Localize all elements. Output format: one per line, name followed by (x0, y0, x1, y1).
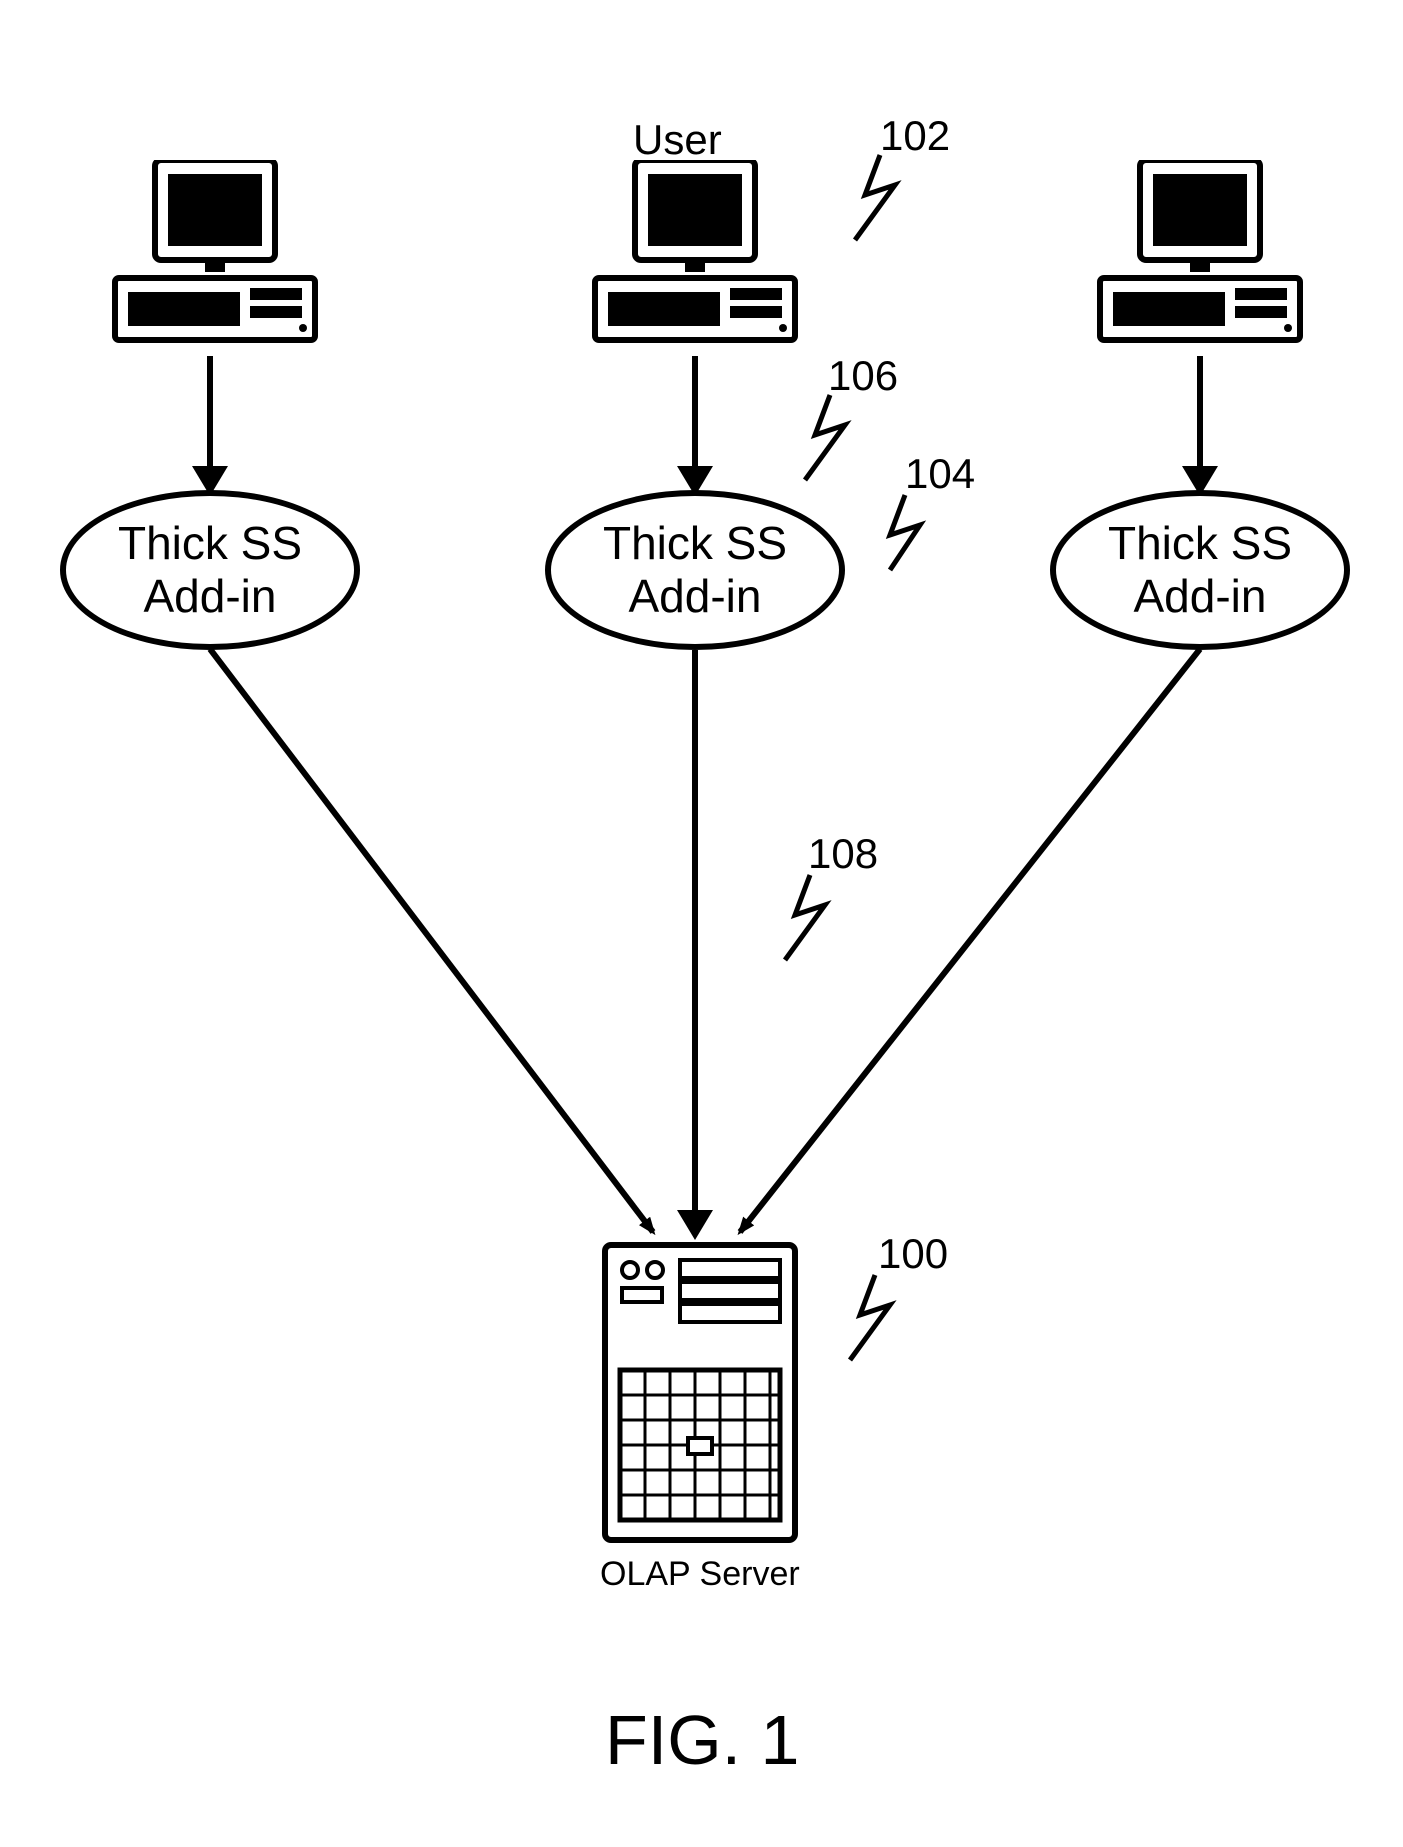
user-label: User (633, 116, 722, 164)
ref-102: 102 (880, 112, 950, 160)
ref-104: 104 (905, 450, 975, 498)
addin-mid-line1: Thick SS (603, 517, 787, 569)
addin-right-line1: Thick SS (1108, 517, 1292, 569)
addin-left-line1: Thick SS (118, 517, 302, 569)
arrowhead-mid-bottom (677, 1210, 713, 1240)
user-computer-mid (590, 160, 800, 350)
addin-right-line2: Add-in (1134, 570, 1267, 622)
addin-left-line2: Add-in (144, 570, 277, 622)
ref-100: 100 (878, 1230, 948, 1278)
ref-108: 108 (808, 830, 878, 878)
user-computer-left (110, 160, 320, 350)
addin-mid-line2: Add-in (629, 570, 762, 622)
arrow-right-top (1197, 356, 1203, 466)
olap-server (600, 1240, 800, 1545)
olap-server-label: OLAP Server (600, 1555, 800, 1594)
user-computer-right (1095, 160, 1305, 350)
arrow-left-top (207, 356, 213, 466)
figure-caption: FIG. 1 (605, 1700, 799, 1780)
addin-mid: Thick SSAdd-in (545, 490, 845, 650)
arrow-mid-bottom (692, 650, 698, 1210)
addin-left: Thick SSAdd-in (60, 490, 360, 650)
addin-right: Thick SSAdd-in (1050, 490, 1350, 650)
arrow-mid-top (692, 356, 698, 466)
ref-106: 106 (828, 352, 898, 400)
